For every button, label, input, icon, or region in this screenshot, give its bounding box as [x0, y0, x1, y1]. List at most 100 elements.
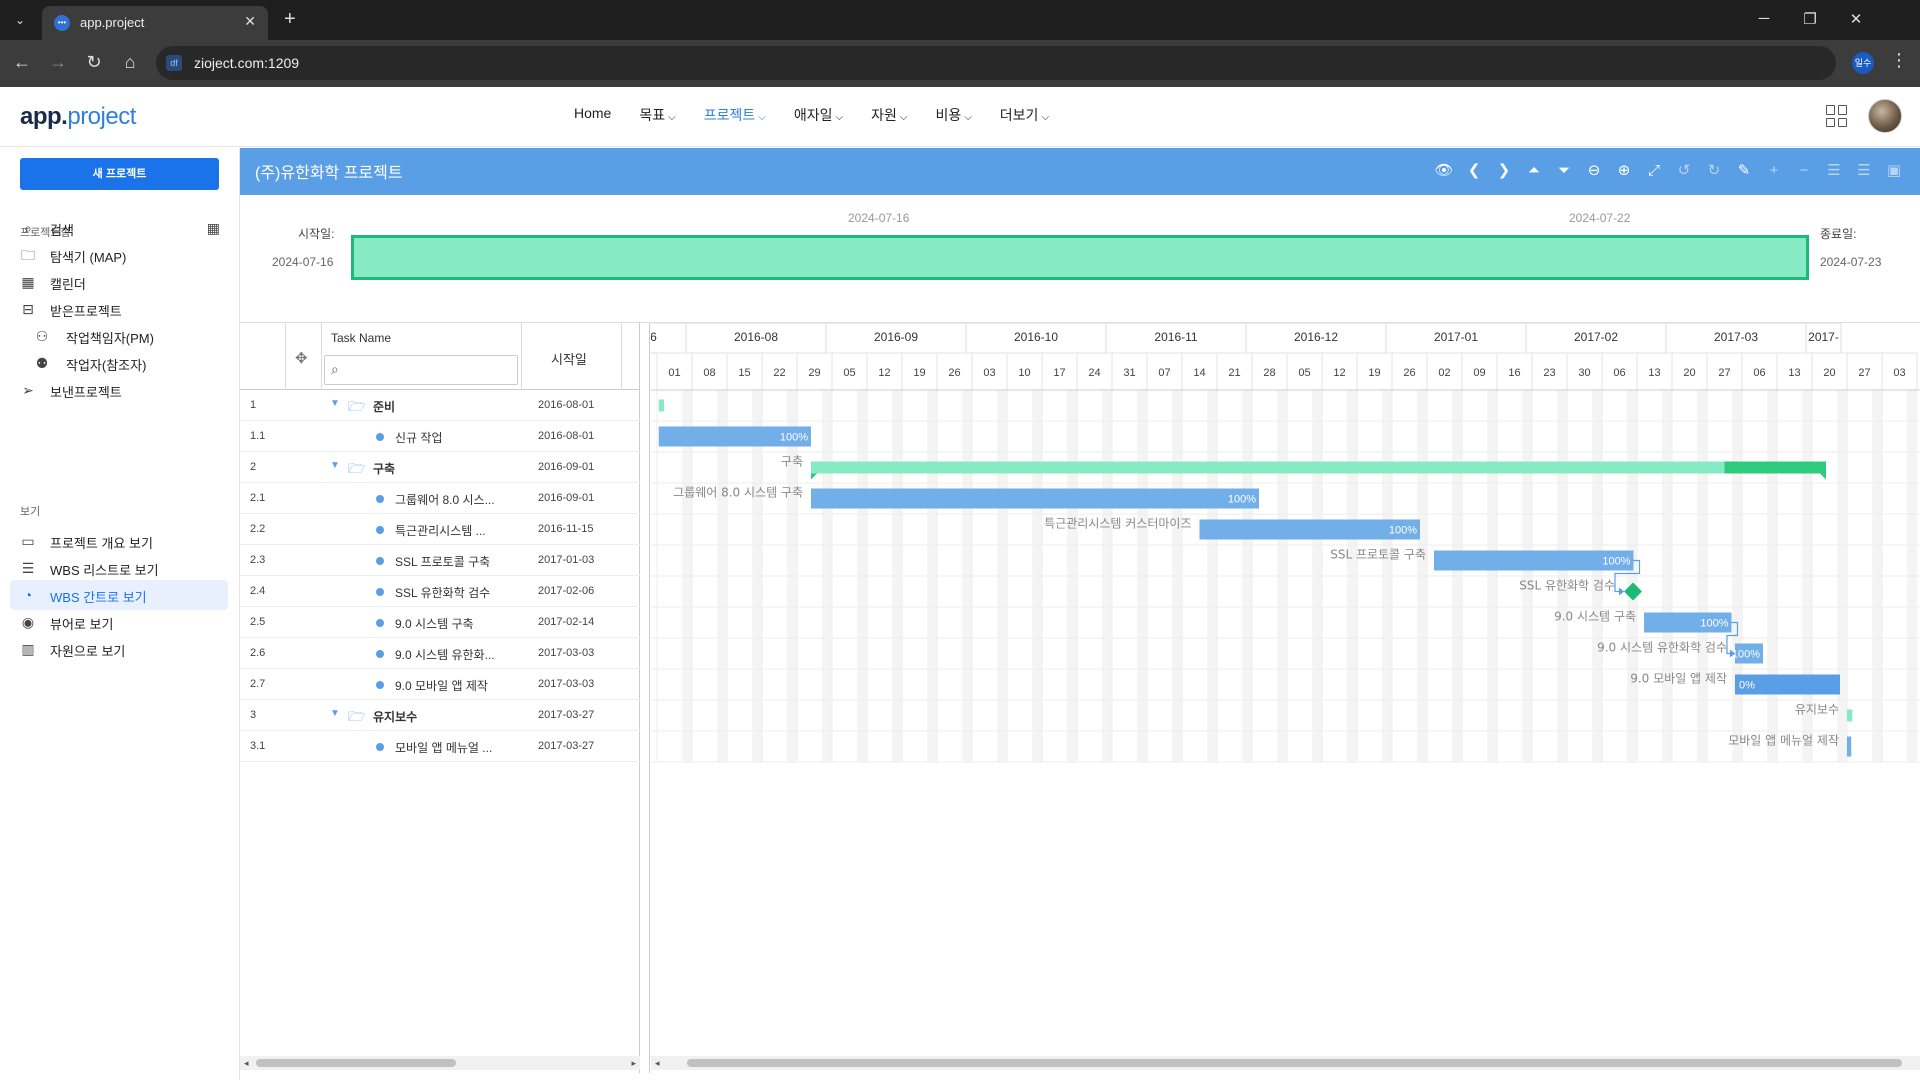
- collapse-caret-icon[interactable]: ▼: [330, 398, 340, 409]
- grid-horizontal-scrollbar[interactable]: ◂ ▸: [240, 1056, 640, 1070]
- move-icon[interactable]: ✥: [295, 349, 308, 367]
- task-row[interactable]: 1.1 신규 작업 2016-08-01: [240, 421, 640, 452]
- sidebar-item-3[interactable]: ⊟ 받은프로젝트: [10, 294, 228, 324]
- sidebar-item-5[interactable]: ⚉ 작업자(참조자): [10, 348, 228, 378]
- grid-splitter[interactable]: [640, 323, 650, 1073]
- project-duration-bar[interactable]: [351, 235, 1809, 280]
- milestone-diamond[interactable]: [1624, 582, 1642, 601]
- restore-icon[interactable]: ❐: [1800, 10, 1820, 28]
- summary-bar[interactable]: [811, 461, 1826, 474]
- site-info-icon[interactable]: df: [166, 55, 182, 71]
- task-bar-small[interactable]: [1847, 736, 1852, 757]
- sidebar-item-0[interactable]: ⌕ 검색 ▦: [10, 213, 228, 243]
- week-label: 02: [1438, 367, 1450, 379]
- home-icon[interactable]: ⌂: [118, 52, 142, 73]
- sidebar-item-2[interactable]: ▦ 캘린더: [10, 267, 228, 297]
- task-row[interactable]: 1 ▼ 🗁 준비 2016-08-01: [240, 390, 640, 421]
- start-date-header[interactable]: 시작일: [551, 349, 587, 368]
- task-row[interactable]: 2.4 SSL 유한화학 검수 2017-02-06: [240, 576, 640, 607]
- nav-item-1[interactable]: 목표 ⌵: [625, 105, 689, 125]
- highlight-icon[interactable]: ✎: [1734, 160, 1754, 182]
- calendar-icon[interactable]: ▦: [207, 220, 220, 237]
- sidebar-item-label: 받은프로젝트: [50, 304, 122, 319]
- task-row[interactable]: 2 ▼ 🗁 구축 2016-09-01: [240, 452, 640, 483]
- task-bar[interactable]: [1199, 519, 1421, 540]
- tab-close-icon[interactable]: ✕: [244, 13, 256, 30]
- summary-bar-small[interactable]: [658, 399, 664, 412]
- scroll-right-icon[interactable]: ▸: [631, 1056, 636, 1070]
- month-label: 2017-02: [1574, 330, 1618, 344]
- eye-icon[interactable]: 👁: [1434, 160, 1454, 182]
- undo-icon[interactable]: ↺: [1674, 160, 1694, 182]
- task-row[interactable]: 2.3 SSL 프로토콜 구축 2017-01-03: [240, 545, 640, 576]
- grid-scroll-thumb[interactable]: [256, 1059, 456, 1067]
- task-start-date: 2016-09-01: [538, 461, 595, 473]
- task-name-header[interactable]: Task Name: [331, 331, 391, 345]
- forward-icon[interactable]: →: [46, 52, 70, 73]
- collapse-caret-icon[interactable]: ▼: [330, 708, 340, 719]
- chevron-double-down-icon[interactable]: ⏷: [1554, 160, 1574, 182]
- collapse-caret-icon[interactable]: ▼: [330, 460, 340, 471]
- nav-item-3[interactable]: 애자일 ⌵: [780, 105, 857, 125]
- apps-grid-icon[interactable]: [1826, 105, 1848, 127]
- browser-menu-icon[interactable]: ⋮: [1890, 50, 1908, 71]
- task-row[interactable]: 3.1 모바일 앱 메뉴얼 ... 2017-03-27: [240, 731, 640, 762]
- tab-search-icon[interactable]: ⌄: [10, 10, 30, 30]
- close-window-icon[interactable]: ✕: [1846, 10, 1866, 28]
- nav-item-0[interactable]: Home: [560, 105, 625, 125]
- summary-bar-progress: [1724, 461, 1826, 474]
- sidebar-view-0[interactable]: ▭ 프로젝트 개요 보기: [10, 526, 228, 556]
- sidebar-view-3[interactable]: ◉ 뷰어로 보기: [10, 607, 228, 637]
- task-row[interactable]: 2.7 9.0 모바일 앱 제작 2017-03-03: [240, 669, 640, 700]
- task-row[interactable]: 2.2 특근관리시스템 ... 2016-11-15: [240, 514, 640, 545]
- chevron-double-up-icon[interactable]: ⏶: [1524, 160, 1544, 182]
- timeline-horizontal-scrollbar[interactable]: ◂: [651, 1056, 1920, 1070]
- outdent-icon[interactable]: ☰: [1854, 160, 1874, 182]
- zoom-in-icon[interactable]: ⊕: [1614, 160, 1634, 182]
- timeline-scroll-thumb[interactable]: [687, 1059, 1902, 1067]
- task-search-input[interactable]: ⌕: [324, 355, 518, 385]
- summary-bar-small[interactable]: [1847, 709, 1853, 722]
- nav-item-6[interactable]: 더보기 ⌵: [986, 105, 1063, 125]
- add-icon[interactable]: +: [1764, 160, 1784, 182]
- sidebar-item-6[interactable]: ➢ 보낸프로젝트: [10, 375, 228, 405]
- nav-item-5[interactable]: 비용 ⌵: [921, 105, 985, 125]
- reload-icon[interactable]: ↻: [82, 52, 106, 73]
- nav-item-4[interactable]: 자원 ⌵: [857, 105, 921, 125]
- sidebar-view-2[interactable]: ◔ WBS 간트로 보기: [10, 580, 228, 610]
- month-label: 2016-08: [734, 330, 778, 344]
- save-icon[interactable]: ▣: [1884, 160, 1904, 182]
- back-icon[interactable]: ←: [10, 52, 34, 73]
- zoom-out-icon[interactable]: ⊖: [1584, 160, 1604, 182]
- task-row[interactable]: 2.1 그룹웨어 8.0 시스... 2016-09-01: [240, 483, 640, 514]
- user-avatar[interactable]: [1868, 99, 1902, 133]
- redo-icon[interactable]: ↻: [1704, 160, 1724, 182]
- profile-avatar[interactable]: 일수: [1852, 52, 1874, 74]
- task-row[interactable]: 2.6 9.0 시스템 유한화... 2017-03-03: [240, 638, 640, 669]
- remove-icon[interactable]: −: [1794, 160, 1814, 182]
- timeline-scroll-left-icon[interactable]: ◂: [655, 1056, 660, 1070]
- app-logo[interactable]: app.project: [20, 103, 136, 131]
- url-input[interactable]: df zioject.com:1209: [156, 46, 1836, 80]
- nav-item-2[interactable]: 프로젝트 ⌵: [690, 105, 780, 125]
- sidebar-item-1[interactable]: 🗀 탐색기 (MAP): [10, 240, 228, 270]
- bar-left-label: SSL 유한화학 검수: [1519, 579, 1615, 593]
- sidebar-view-1[interactable]: ☰ WBS 리스트로 보기: [10, 553, 228, 583]
- sidebar-item-4[interactable]: ⚇ 작업책임자(PM): [10, 321, 228, 351]
- chevron-right-icon[interactable]: ❯: [1494, 160, 1514, 182]
- sidebar-view-4[interactable]: ▥ 자원으로 보기: [10, 634, 228, 664]
- nav-item-label: 프로젝트: [703, 107, 756, 123]
- scroll-left-icon[interactable]: ◂: [244, 1056, 249, 1070]
- new-tab-icon[interactable]: +: [284, 8, 296, 31]
- browser-tab[interactable]: ••• app.project ✕: [42, 6, 268, 40]
- new-project-button[interactable]: 새 프로젝트: [20, 158, 219, 190]
- week-label: 26: [1403, 367, 1415, 379]
- indent-icon[interactable]: ☰: [1824, 160, 1844, 182]
- fit-screen-icon[interactable]: ⤢: [1644, 160, 1664, 182]
- task-row[interactable]: 3 ▼ 🗁 유지보수 2017-03-27: [240, 700, 640, 731]
- chevron-left-icon[interactable]: ❮: [1464, 160, 1484, 182]
- minimize-icon[interactable]: ─: [1754, 10, 1774, 27]
- task-number: 2: [250, 461, 257, 473]
- task-row[interactable]: 2.5 9.0 시스템 구축 2017-02-14: [240, 607, 640, 638]
- task-bar[interactable]: [811, 488, 1259, 509]
